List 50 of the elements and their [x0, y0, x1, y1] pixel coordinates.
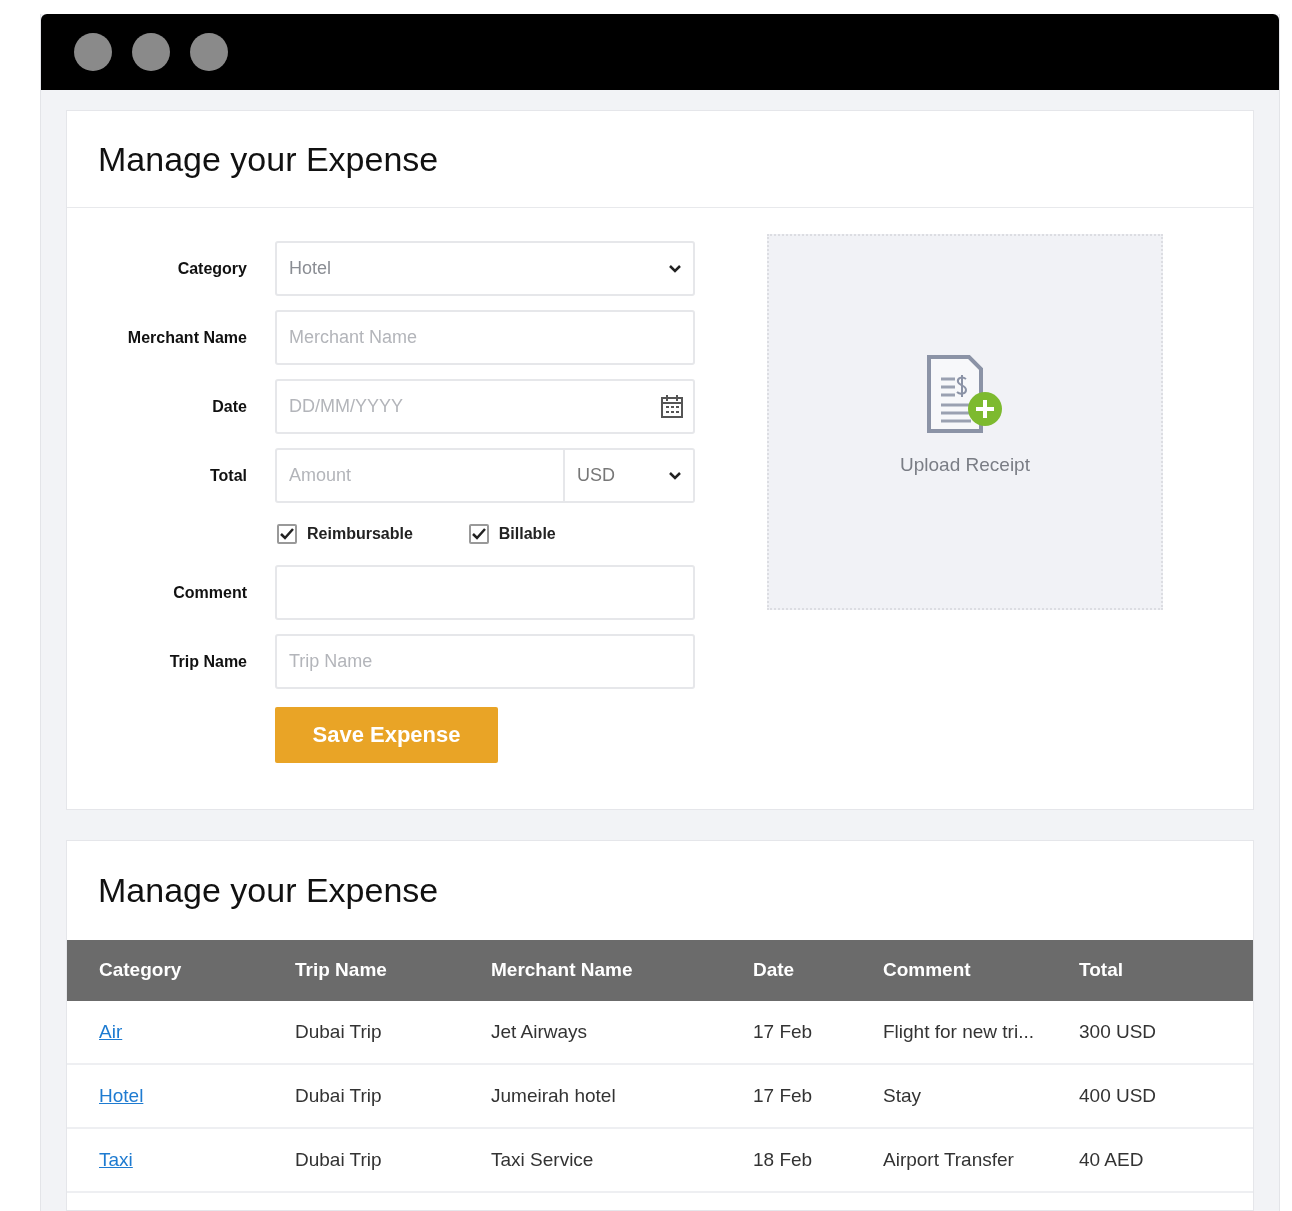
input-field[interactable]: Trip Name	[275, 634, 695, 689]
checkbox-option[interactable]: Reimbursable	[277, 522, 413, 546]
input-field[interactable]	[275, 565, 695, 620]
field-label: Category	[177, 259, 247, 277]
table-cell: Taxi Service	[491, 1148, 594, 1170]
table-cell: 17 Feb	[753, 1084, 813, 1106]
field-label: Date	[212, 397, 247, 415]
table-cell: 17 Feb	[753, 1020, 813, 1042]
upload-label: Upload Receipt	[900, 452, 1030, 477]
field-label: Trip Name	[169, 652, 247, 670]
table-cell: Dubai Trip	[295, 1148, 382, 1170]
card-title: Manage your Expense	[98, 870, 439, 911]
category-select[interactable]: Hotel	[275, 241, 695, 296]
field-label: Merchant Name	[127, 328, 247, 346]
column-header: Date	[753, 958, 796, 983]
table-cell: Flight for new tri...	[883, 1020, 1034, 1042]
chevron-down-icon	[669, 471, 681, 480]
table-cell: Dubai Trip	[295, 1020, 382, 1042]
table-cell: Stay	[883, 1084, 922, 1106]
checkbox-option[interactable]: Billable	[468, 522, 556, 546]
category-link[interactable]: Air	[99, 1020, 123, 1042]
input-field[interactable]: Merchant Name	[275, 310, 695, 365]
column-header: Trip Name	[295, 958, 388, 983]
table-cell: Jet Airways	[491, 1020, 588, 1042]
chevron-down-icon	[669, 264, 681, 273]
checkmark-icon	[471, 528, 486, 540]
column-header: Comment	[883, 958, 972, 983]
category-link[interactable]: Taxi	[99, 1148, 133, 1170]
checkbox[interactable]	[468, 524, 489, 544]
date-field[interactable]: DD/MM/YYYY	[275, 379, 695, 434]
column-header: Merchant Name	[491, 958, 634, 983]
field-label: Total	[209, 466, 247, 484]
amount-field[interactable]: Amount	[275, 448, 565, 503]
table-cell: 40 AED	[1079, 1148, 1144, 1170]
calendar-icon	[661, 394, 683, 418]
column-header: Category	[99, 958, 183, 983]
currency-select[interactable]: USD	[565, 448, 695, 503]
checkmark-icon	[280, 528, 294, 540]
column-header: Total	[1079, 958, 1124, 983]
category-link[interactable]: Hotel	[99, 1084, 144, 1106]
checkbox[interactable]	[277, 524, 297, 544]
table-cell: Dubai Trip	[295, 1084, 382, 1106]
field-label: Comment	[173, 583, 247, 601]
table-cell: 18 Feb	[753, 1148, 813, 1170]
table-cell: 400 USD	[1079, 1084, 1157, 1106]
upload-area[interactable]: Upload Receipt	[767, 234, 1163, 610]
table-cell: Jumeirah hotel	[491, 1084, 616, 1106]
card-title: Manage your Expense	[98, 138, 439, 180]
table-cell: 300 USD	[1079, 1020, 1157, 1042]
table-cell: Airport Transfer	[883, 1148, 1014, 1170]
